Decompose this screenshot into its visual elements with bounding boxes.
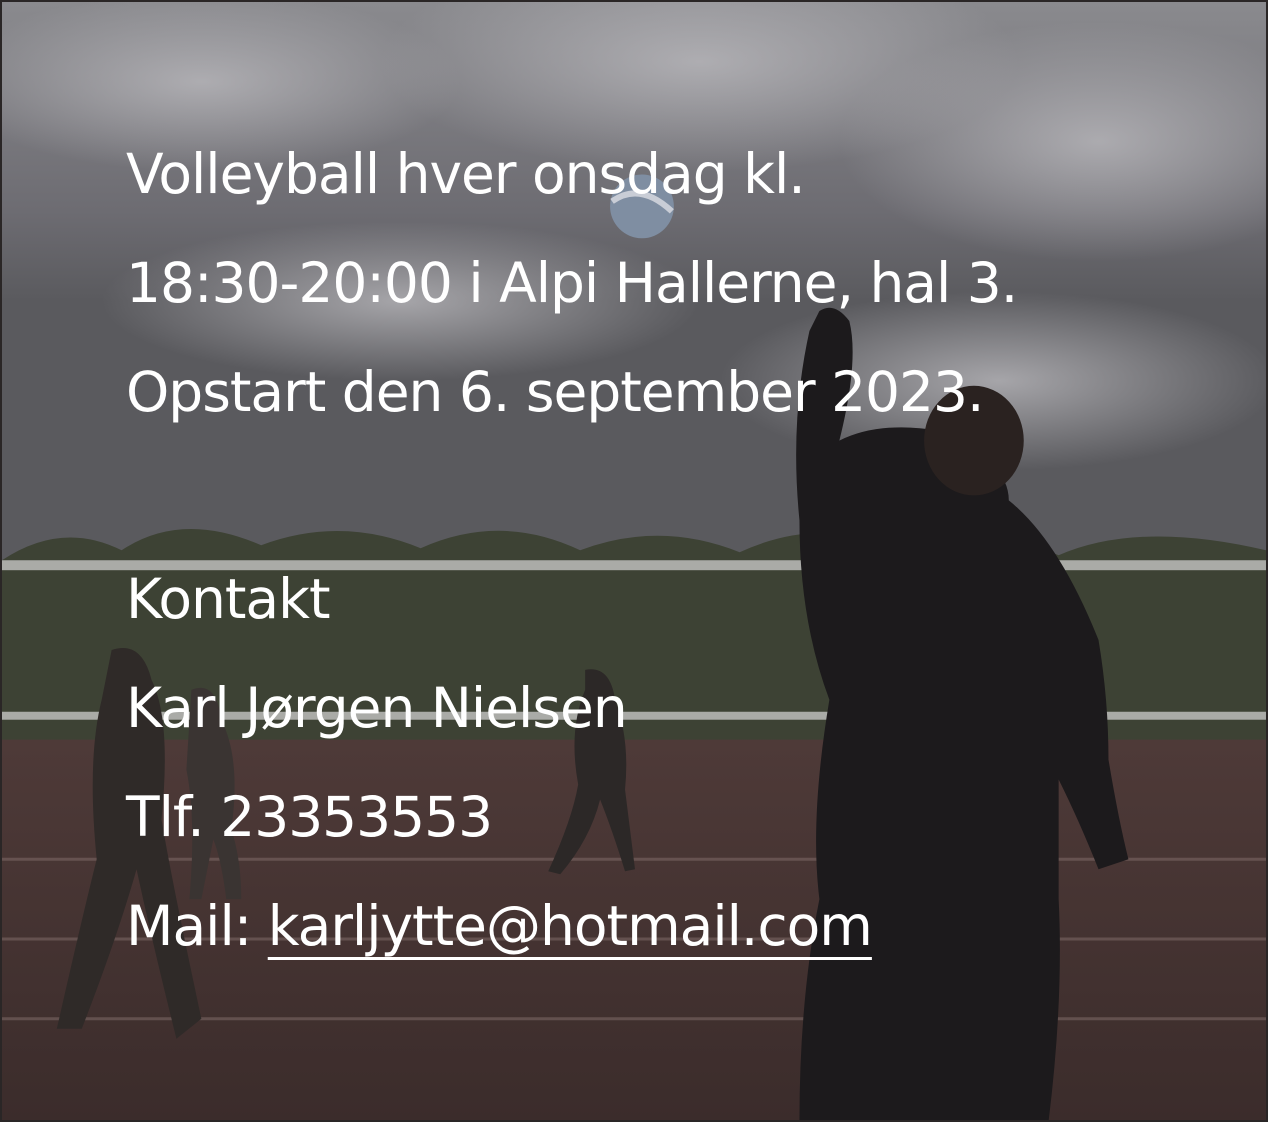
schedule-line-2: 18:30-20:00 i Alpi Hallerne, hal 3. — [126, 251, 1018, 315]
section-spacer — [126, 447, 1226, 545]
contact-mail-line: Mail: karljytte@hotmail.com — [126, 872, 1226, 981]
mail-label: Mail: — [126, 894, 268, 958]
contact-name: Karl Jørgen Nielsen — [126, 676, 628, 740]
schedule-line-1: Volleyball hver onsdag kl. — [126, 142, 806, 206]
contact-phone: Tlf. 23353553 — [126, 785, 493, 849]
announcement-card: Volleyball hver onsdag kl. 18:30-20:00 i… — [0, 0, 1268, 1122]
email-link[interactable]: karljytte@hotmail.com — [268, 894, 873, 958]
contact-heading: Kontakt — [126, 567, 331, 631]
announcement-text: Volleyball hver onsdag kl. 18:30-20:00 i… — [126, 120, 1226, 981]
start-date-line: Opstart den 6. september 2023. — [126, 360, 985, 424]
